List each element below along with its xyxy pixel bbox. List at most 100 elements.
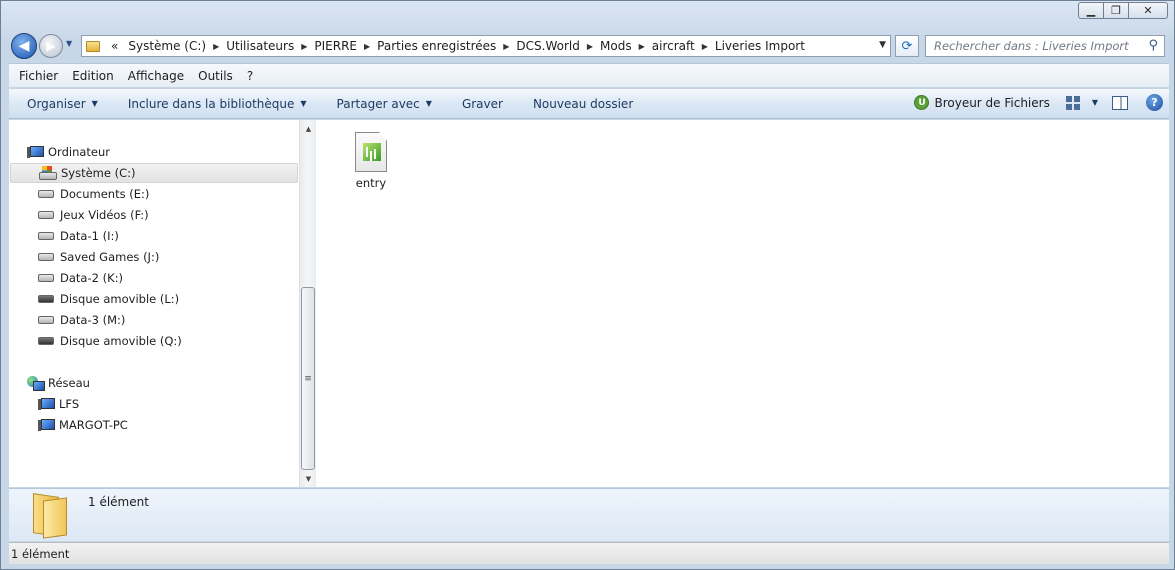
window-controls: ▁ ❐ ✕ (1078, 2, 1168, 19)
chevron-down-icon: ▼ (91, 99, 98, 108)
tree-item-drive[interactable]: Data-2 (K:) (38, 268, 123, 288)
removable-drive-icon (38, 295, 54, 303)
tree-item-drive[interactable]: Disque amovible (Q:) (38, 331, 182, 351)
scroll-down-icon[interactable]: ▼ (300, 470, 317, 487)
tree-item-label: LFS (59, 397, 80, 411)
tree-item-host[interactable]: MARGOT-PC (38, 415, 128, 435)
command-bar: Organiser ▼ Inclure dans la bibliothèque… (9, 88, 1169, 119)
breadcrumb-separator-icon[interactable]: ▶ (585, 42, 595, 51)
navigation-pane[interactable]: Ordinateur Système (C:) Documents (E:) J… (9, 120, 299, 487)
views-icon[interactable] (1065, 95, 1080, 110)
network-icon (27, 376, 45, 391)
tree-item-computer[interactable]: Ordinateur (27, 142, 110, 162)
tree-item-drive[interactable]: Data-3 (M:) (38, 310, 125, 330)
menu-help[interactable]: ? (247, 69, 253, 83)
tree-item-drive[interactable]: Disque amovible (L:) (38, 289, 179, 309)
scroll-thumb[interactable]: ≡ (301, 287, 315, 470)
views-dropdown-icon[interactable]: ▼ (1092, 98, 1098, 107)
breadcrumb-separator-icon[interactable]: ▶ (700, 42, 710, 51)
tree-item-label: Système (C:) (61, 166, 136, 180)
tree-item-label: Jeux Vidéos (F:) (60, 208, 149, 222)
hard-drive-icon (38, 211, 54, 219)
include-library-button[interactable]: Inclure dans la bibliothèque ▼ (128, 97, 307, 111)
spreadsheet-file-icon (355, 132, 387, 172)
tree-item-label: Saved Games (J:) (60, 250, 160, 264)
history-dropdown-icon[interactable]: ▼ (66, 39, 72, 48)
tree-item-label: Ordinateur (48, 145, 111, 159)
breadcrumb-item[interactable]: Mods (595, 39, 637, 53)
folder-icon (29, 495, 67, 537)
breadcrumb-item-current[interactable]: Liveries Import (710, 39, 810, 53)
close-button[interactable]: ✕ (1128, 2, 1168, 19)
computer-icon (38, 418, 55, 432)
new-folder-button[interactable]: Nouveau dossier (533, 97, 633, 111)
tree-item-drive[interactable]: Documents (E:) (38, 184, 149, 204)
refresh-button[interactable]: ⟳ (895, 35, 919, 57)
breadcrumb-separator-icon[interactable]: ▶ (211, 42, 221, 51)
tree-item-network[interactable]: Réseau (27, 373, 90, 393)
forward-button[interactable]: ▶ (39, 34, 63, 58)
preview-pane-icon[interactable] (1112, 95, 1128, 110)
search-icon[interactable]: ⚲ (1148, 38, 1158, 53)
breadcrumb-overflow[interactable]: « (106, 39, 123, 53)
chevron-down-icon: ▼ (425, 99, 432, 108)
tree-item-label: Disque amovible (L:) (60, 292, 180, 306)
grip-icon: ≡ (304, 373, 312, 384)
breadcrumb-item[interactable]: aircraft (647, 39, 700, 53)
status-count: 1 élément (11, 546, 70, 561)
maximize-button[interactable]: ❐ (1103, 2, 1129, 19)
tree-item-host[interactable]: LFS (38, 394, 79, 414)
removable-drive-icon (38, 337, 54, 345)
scroll-up-icon[interactable]: ▲ (300, 120, 317, 137)
breadcrumb-separator-icon[interactable]: ▶ (362, 42, 372, 51)
menu-bar: Fichier Edition Affichage Outils ? (9, 63, 1169, 87)
system-drive-icon (39, 166, 57, 180)
menu-fichier[interactable]: Fichier (19, 69, 58, 83)
tree-item-drive-c[interactable]: Système (C:) (10, 163, 298, 183)
share-with-button[interactable]: Partager avec ▼ (337, 97, 432, 111)
command-bar-right: U Broyeur de Fichiers ▼ ? (914, 94, 1163, 111)
help-icon[interactable]: ? (1146, 94, 1163, 111)
menu-outils[interactable]: Outils (198, 69, 233, 83)
details-count: 1 élément (88, 495, 149, 509)
breadcrumb-item[interactable]: DCS.World (511, 39, 584, 53)
tree-item-label: Data-1 (I:) (60, 229, 119, 243)
chevron-down-icon: ▼ (300, 99, 307, 108)
status-bar: 1 élément (9, 542, 1169, 564)
file-item[interactable]: entry (346, 132, 396, 190)
tree-item-drive[interactable]: Jeux Vidéos (F:) (38, 205, 149, 225)
tree-item-label: MARGOT-PC (59, 418, 128, 432)
hard-drive-icon (38, 253, 54, 261)
breadcrumb-separator-icon[interactable]: ▶ (637, 42, 647, 51)
address-dropdown-icon[interactable]: ▼ (879, 40, 886, 50)
tree-item-label: Réseau (48, 376, 90, 390)
tree-item-label: Data-3 (M:) (60, 313, 126, 327)
search-placeholder: Rechercher dans : Liveries Import (934, 39, 1129, 53)
file-list[interactable]: entry (316, 120, 1169, 487)
new-folder-label: Nouveau dossier (532, 96, 634, 111)
burn-label: Graver (461, 96, 503, 111)
shredder-button[interactable]: Broyeur de Fichiers (934, 96, 1049, 110)
breadcrumb-item[interactable]: Utilisateurs (221, 39, 299, 53)
nav-scrollbar[interactable]: ▲ ≡ ▼ (299, 120, 316, 487)
breadcrumb-item[interactable]: Parties enregistrées (372, 39, 501, 53)
burn-button[interactable]: Graver (462, 97, 503, 111)
tree-item-drive[interactable]: Data-1 (I:) (38, 226, 119, 246)
tree-item-drive[interactable]: Saved Games (J:) (38, 247, 159, 267)
shredder-icon[interactable]: U (914, 95, 930, 110)
address-bar[interactable]: « Système (C:) ▶ Utilisateurs ▶ PIERRE ▶… (81, 35, 891, 57)
organize-button[interactable]: Organiser ▼ (27, 97, 98, 111)
tree-item-label: Disque amovible (Q:) (60, 334, 182, 348)
menu-affichage[interactable]: Affichage (128, 69, 184, 83)
breadcrumb-item[interactable]: Système (C:) (123, 39, 211, 53)
breadcrumb-item[interactable]: PIERRE (309, 39, 362, 53)
menu-edition[interactable]: Edition (72, 69, 114, 83)
search-input[interactable]: Rechercher dans : Liveries Import ⚲ (925, 35, 1165, 57)
organize-label: Organiser (27, 96, 86, 111)
breadcrumb-separator-icon[interactable]: ▶ (501, 42, 511, 51)
minimize-button[interactable]: ▁ (1078, 2, 1104, 19)
back-button[interactable]: ◀ (11, 33, 37, 59)
share-with-label: Partager avec (336, 96, 420, 111)
breadcrumb-separator-icon[interactable]: ▶ (299, 42, 309, 51)
address-row: ◀ ▶ ▼ « Système (C:) ▶ Utilisateurs ▶ PI… (1, 29, 1174, 61)
